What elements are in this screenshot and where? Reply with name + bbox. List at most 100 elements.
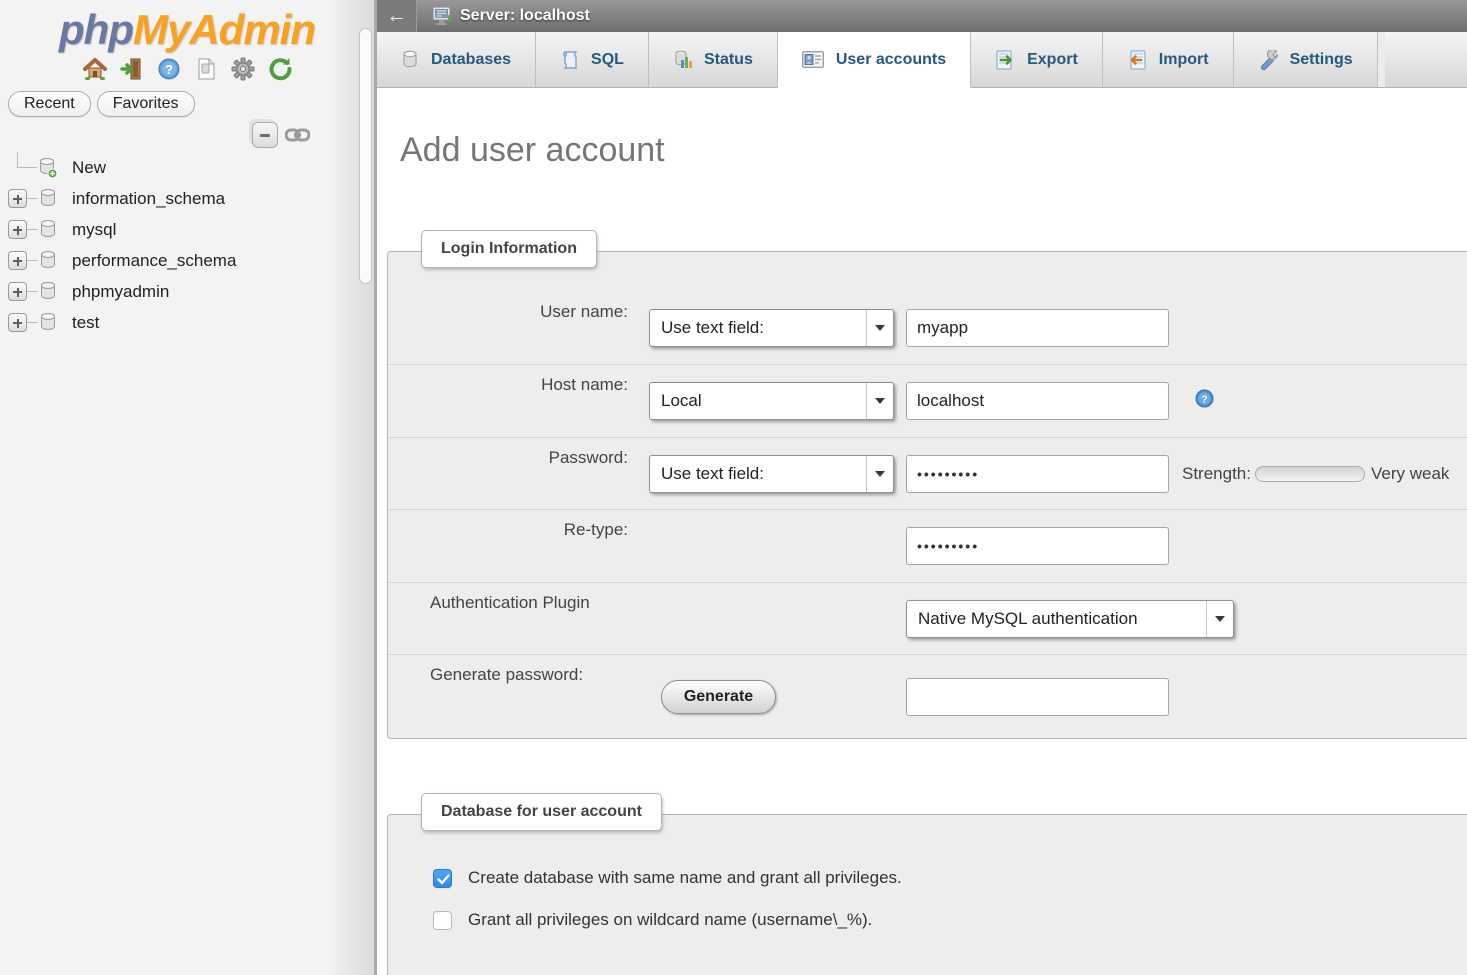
tab-label: Databases (431, 51, 511, 69)
tab-label: User accounts (836, 51, 946, 69)
expand-plus-icon[interactable] (8, 251, 27, 270)
export-icon (995, 50, 1015, 70)
grant-wildcard-checkbox[interactable] (433, 911, 452, 930)
settings-gear-icon[interactable] (230, 56, 256, 82)
tree-connector (27, 322, 38, 323)
generate-password-label: Generate password: (430, 665, 583, 685)
query-window-icon[interactable] (193, 56, 219, 82)
tab-import[interactable]: Import (1103, 32, 1234, 88)
database-for-user-fieldset: Database for user account Create databas… (387, 814, 1467, 975)
user-accounts-icon (802, 51, 824, 68)
chevron-down-icon (866, 310, 893, 346)
database-for-user-legend: Database for user account (421, 793, 662, 831)
tree-item-label[interactable]: New (72, 158, 106, 178)
tab-settings[interactable]: Settings (1234, 32, 1378, 88)
database-icon (38, 250, 58, 277)
phpmyadmin-app: phpMyAdmin ? Recent Favorites (0, 0, 1467, 975)
hostname-row: Host name: Local ? (388, 365, 1467, 438)
username-row: User name: Use text field: (388, 292, 1467, 365)
svg-text:?: ? (165, 62, 173, 77)
hostname-input[interactable] (906, 382, 1169, 420)
username-type-select[interactable]: Use text field: (649, 309, 894, 347)
favorites-button[interactable]: Favorites (97, 91, 195, 117)
hostname-help-icon[interactable]: ? (1195, 389, 1214, 413)
create-database-checkbox[interactable] (433, 869, 452, 888)
select-value: Use text field: (650, 318, 866, 338)
tree-connector (27, 229, 38, 230)
tree-item-label[interactable]: performance_schema (72, 251, 236, 271)
hostname-type-select[interactable]: Local (649, 382, 894, 420)
sidebar-scrollbar-thumb[interactable] (359, 28, 372, 284)
recent-button[interactable]: Recent (8, 91, 91, 117)
main-tabbar: Databases SQL Status User accounts (377, 32, 1467, 88)
help-icon[interactable]: ? (156, 56, 182, 82)
refresh-icon[interactable] (267, 56, 293, 82)
server-label: Server: localhost (460, 7, 590, 25)
chevron-down-icon (866, 383, 893, 419)
password-type-select[interactable]: Use text field: (649, 455, 894, 493)
tree-item-label[interactable]: test (72, 313, 99, 333)
sidebar-toolbar: ? (0, 56, 374, 82)
link-with-main-icon[interactable] (285, 127, 310, 143)
database-icon (38, 219, 58, 246)
select-value: Local (650, 391, 866, 411)
login-information-legend: Login Information (421, 230, 597, 268)
content-area: Add user account Login Information User … (377, 88, 1467, 975)
username-input[interactable] (906, 309, 1169, 347)
username-label: User name: (430, 302, 628, 322)
retype-password-input[interactable] (906, 527, 1169, 565)
new-database-icon (38, 157, 58, 184)
tree-connector (17, 152, 37, 168)
settings-wrench-icon (1258, 50, 1278, 70)
tree-item-label[interactable]: phpmyadmin (72, 282, 169, 302)
tree-controls (252, 122, 310, 148)
generated-password-input[interactable] (906, 678, 1169, 716)
checkbox-label: Create database with same name and grant… (468, 868, 902, 888)
tree-item-database: test (0, 307, 374, 338)
password-label: Password: (430, 448, 628, 468)
home-icon[interactable] (82, 56, 108, 82)
svg-text:?: ? (1201, 394, 1207, 406)
sql-icon (560, 50, 579, 70)
auth-plugin-row: Authentication Plugin Native MySQL authe… (388, 583, 1467, 655)
tree-item-label[interactable]: mysql (72, 220, 116, 240)
password-row: Password: Use text field: Strength: Very… (388, 438, 1467, 510)
strength-text: Very weak (1371, 464, 1449, 484)
tab-label: Status (704, 51, 753, 69)
back-arrow-button[interactable]: ← (377, 0, 417, 32)
checkbox-label: Grant all privileges on wildcard name (u… (468, 910, 872, 930)
database-icon (38, 281, 58, 308)
password-input[interactable] (906, 455, 1169, 493)
hostname-label: Host name: (430, 375, 628, 395)
tree-item-label[interactable]: information_schema (72, 189, 225, 209)
logo-myadmin-text: MyAdmin (133, 6, 315, 53)
tab-sql[interactable]: SQL (536, 32, 649, 88)
grant-wildcard-option: Grant all privileges on wildcard name (u… (388, 899, 1467, 941)
database-icon (38, 312, 58, 339)
tab-user-accounts[interactable]: User accounts (778, 32, 971, 88)
tab-sliver (1378, 32, 1385, 88)
tree-connector (27, 291, 38, 292)
expand-plus-icon[interactable] (8, 282, 27, 301)
page-title: Add user account (400, 130, 1467, 170)
auth-plugin-select[interactable]: Native MySQL authentication (906, 600, 1234, 638)
exit-door-icon[interactable] (119, 56, 145, 82)
tree-connector (27, 260, 38, 261)
import-icon (1127, 50, 1147, 70)
tree-item-database: information_schema (0, 183, 374, 214)
generate-password-row: Generate password: Generate (388, 655, 1467, 739)
tab-export[interactable]: Export (971, 32, 1103, 88)
expand-plus-icon[interactable] (8, 189, 27, 208)
expand-plus-icon[interactable] (8, 220, 27, 239)
collapse-all-button[interactable] (252, 122, 278, 148)
phpmyadmin-logo[interactable]: phpMyAdmin (0, 6, 374, 54)
tab-databases[interactable]: Databases (377, 32, 536, 88)
tab-label: SQL (591, 51, 624, 69)
tab-status[interactable]: Status (649, 32, 778, 88)
tree-item-new: New (0, 152, 374, 183)
expand-plus-icon[interactable] (8, 313, 27, 332)
chevron-down-icon (866, 456, 893, 492)
quick-access-buttons: Recent Favorites (8, 91, 195, 117)
tab-label: Settings (1290, 51, 1353, 69)
generate-button[interactable]: Generate (661, 680, 776, 714)
